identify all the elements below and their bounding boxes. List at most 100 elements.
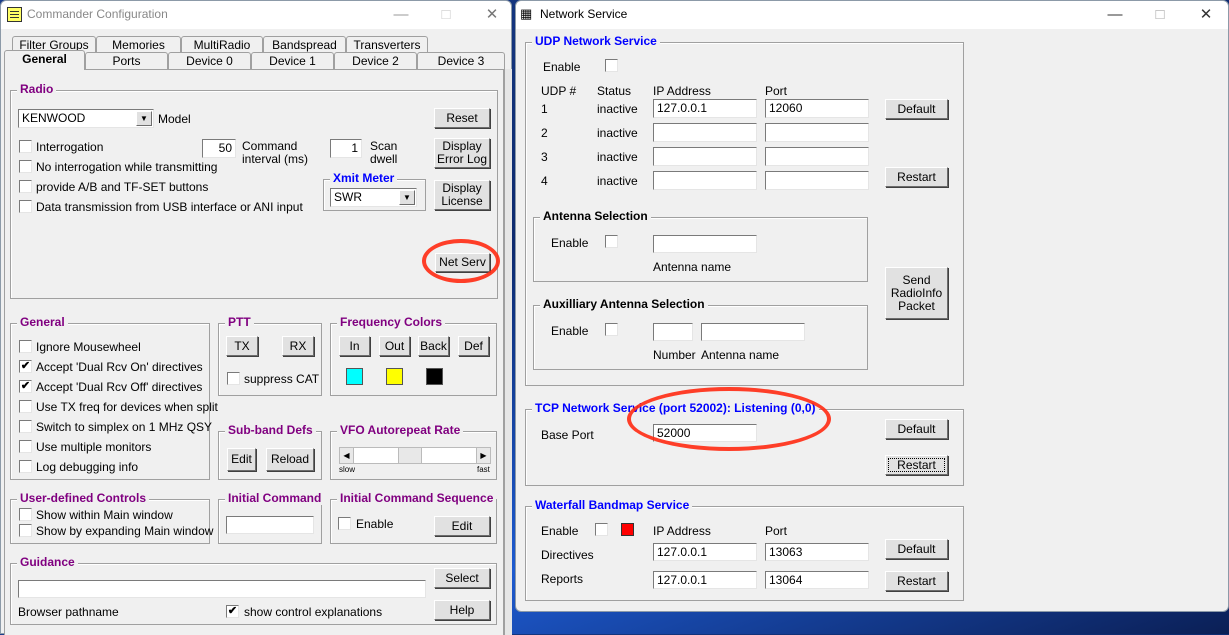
tab-ports[interactable]: Ports bbox=[85, 52, 168, 70]
initial-sequence-edit-button[interactable]: Edit bbox=[434, 516, 490, 536]
general-option-checkbox[interactable] bbox=[19, 440, 32, 453]
slider-thumb[interactable] bbox=[398, 448, 423, 463]
radio-model-select[interactable]: KENWOOD ▼ bbox=[18, 109, 154, 128]
suppress-cat-checkbox[interactable] bbox=[227, 372, 240, 385]
tab-scrollbar[interactable] bbox=[504, 69, 512, 635]
tab-device-1[interactable]: Device 1 bbox=[251, 52, 334, 70]
tab-device-2[interactable]: Device 2 bbox=[334, 52, 417, 70]
vfo-rate-slider[interactable]: ◀ ▶ bbox=[339, 447, 491, 464]
reset-button[interactable]: Reset bbox=[434, 108, 490, 128]
udp-row-ip-input[interactable] bbox=[653, 123, 757, 142]
udp-restart-button[interactable]: Restart bbox=[885, 167, 948, 187]
freq-color-back-button[interactable]: Back bbox=[418, 336, 449, 356]
show-explanations-label: show control explanations bbox=[244, 605, 383, 619]
aux-antenna-number-label: Number bbox=[653, 348, 696, 362]
udp-row-ip-input[interactable] bbox=[653, 171, 757, 190]
waterfall-directives-port-input[interactable]: 13063 bbox=[765, 543, 869, 561]
general-option-checkbox[interactable] bbox=[19, 340, 32, 353]
maximize-icon[interactable]: □ bbox=[435, 5, 457, 25]
tab-device-3[interactable]: Device 3 bbox=[417, 52, 505, 70]
subband-reload-button[interactable]: Reload bbox=[266, 448, 314, 471]
waterfall-directives-ip-input[interactable]: 127.0.0.1 bbox=[653, 543, 757, 561]
tab-device-0[interactable]: Device 0 bbox=[168, 52, 251, 70]
scan-dwell-value: 1 bbox=[351, 141, 358, 155]
udp-row-port-input[interactable]: 12060 bbox=[765, 99, 869, 118]
command-interval-input[interactable]: 50 bbox=[202, 139, 236, 158]
ab-tfset-label: provide A/B and TF-SET buttons bbox=[36, 180, 209, 194]
minimize-icon[interactable]: — bbox=[1104, 5, 1126, 25]
waterfall-enable-checkbox[interactable] bbox=[595, 523, 608, 536]
close-icon[interactable]: ✕ bbox=[481, 5, 503, 25]
xmit-meter-title: Xmit Meter bbox=[330, 171, 398, 185]
slider-right-arrow-icon[interactable]: ▶ bbox=[476, 448, 490, 463]
show-expanding-checkbox[interactable] bbox=[19, 524, 32, 537]
show-explanations-checkbox[interactable]: ✔ bbox=[226, 605, 239, 618]
interrogation-checkbox[interactable] bbox=[19, 140, 32, 153]
net-serv-button[interactable]: Net Serv bbox=[435, 253, 490, 272]
general-option-checkbox[interactable] bbox=[19, 400, 32, 413]
aux-antenna-number-input[interactable] bbox=[653, 323, 693, 341]
general-option-label: Accept 'Dual Rcv On' directives bbox=[36, 360, 203, 374]
freq-color-in-button[interactable]: In bbox=[339, 336, 370, 356]
general-option-checkbox[interactable] bbox=[19, 460, 32, 473]
waterfall-default-button[interactable]: Default bbox=[885, 539, 948, 559]
initial-command-input[interactable] bbox=[226, 516, 314, 534]
color-swatch-back[interactable] bbox=[426, 368, 443, 385]
network-app-icon: ▦ bbox=[520, 6, 533, 21]
chevron-down-icon[interactable]: ▼ bbox=[136, 111, 152, 126]
aux-antenna-name-input[interactable] bbox=[701, 323, 805, 341]
ptt-tx-button[interactable]: TX bbox=[226, 336, 258, 356]
browser-path-input[interactable] bbox=[18, 580, 426, 598]
tcp-restart-button[interactable]: Restart bbox=[885, 455, 948, 475]
udp-row-ip-input[interactable]: 127.0.0.1 bbox=[653, 99, 757, 118]
waterfall-reports-ip-input[interactable]: 127.0.0.1 bbox=[653, 571, 757, 589]
usb-data-checkbox[interactable] bbox=[19, 200, 32, 213]
udp-default-button[interactable]: Default bbox=[885, 99, 948, 119]
scan-dwell-input[interactable]: 1 bbox=[330, 139, 362, 158]
general-group-title: General bbox=[17, 315, 68, 329]
udp-row-port-input[interactable] bbox=[765, 171, 869, 190]
chevron-down-icon[interactable]: ▼ bbox=[399, 190, 415, 205]
initial-sequence-enable-checkbox[interactable] bbox=[338, 517, 351, 530]
no-interrogation-tx-checkbox[interactable] bbox=[19, 160, 32, 173]
udp-row-port-input[interactable] bbox=[765, 123, 869, 142]
xmit-meter-select[interactable]: SWR ▼ bbox=[330, 188, 417, 207]
antenna-name-input[interactable] bbox=[653, 235, 757, 253]
tcp-base-port-input[interactable]: 52000 bbox=[653, 424, 757, 442]
ptt-rx-button[interactable]: RX bbox=[282, 336, 314, 356]
freq-color-out-button[interactable]: Out bbox=[379, 336, 410, 356]
command-interval-value: 50 bbox=[218, 141, 232, 155]
display-license-button[interactable]: Display License bbox=[434, 180, 490, 210]
send-radioinfo-button[interactable]: Send RadioInfo Packet bbox=[885, 267, 948, 319]
vfo-rate-title: VFO Autorepeat Rate bbox=[337, 423, 464, 437]
tcp-default-button[interactable]: Default bbox=[885, 419, 948, 439]
udp-row-ip-input[interactable] bbox=[653, 147, 757, 166]
guidance-help-button[interactable]: Help bbox=[434, 600, 490, 620]
commander-titlebar: Commander Configuration — □ ✕ bbox=[1, 1, 511, 29]
ptt-title: PTT bbox=[225, 315, 254, 329]
general-option-checkbox[interactable]: ✔ bbox=[19, 380, 32, 393]
slider-left-arrow-icon[interactable]: ◀ bbox=[340, 448, 354, 463]
general-option-checkbox[interactable]: ✔ bbox=[19, 360, 32, 373]
udp-row-port-input[interactable] bbox=[765, 147, 869, 166]
guidance-select-button[interactable]: Select bbox=[434, 568, 490, 588]
freq-color-def-button[interactable]: Def bbox=[458, 336, 489, 356]
close-icon[interactable]: ✕ bbox=[1195, 5, 1217, 25]
minimize-icon[interactable]: — bbox=[390, 5, 412, 25]
ab-tfset-checkbox[interactable] bbox=[19, 180, 32, 193]
general-option-checkbox[interactable] bbox=[19, 420, 32, 433]
udp-enable-checkbox[interactable] bbox=[605, 59, 618, 72]
color-swatch-in[interactable] bbox=[346, 368, 363, 385]
antenna-enable-checkbox[interactable] bbox=[605, 235, 618, 248]
tab-general[interactable]: General bbox=[4, 50, 85, 70]
waterfall-restart-button[interactable]: Restart bbox=[885, 571, 948, 591]
subband-edit-button[interactable]: Edit bbox=[227, 448, 256, 471]
aux-antenna-enable-checkbox[interactable] bbox=[605, 323, 618, 336]
show-within-main-checkbox[interactable] bbox=[19, 508, 32, 521]
usb-data-label: Data transmission from USB interface or … bbox=[36, 200, 303, 214]
suppress-cat-label: suppress CAT bbox=[244, 372, 320, 386]
maximize-icon[interactable]: □ bbox=[1149, 5, 1171, 25]
waterfall-reports-port-input[interactable]: 13064 bbox=[765, 571, 869, 589]
display-error-log-button[interactable]: Display Error Log bbox=[434, 138, 490, 168]
color-swatch-out[interactable] bbox=[386, 368, 403, 385]
